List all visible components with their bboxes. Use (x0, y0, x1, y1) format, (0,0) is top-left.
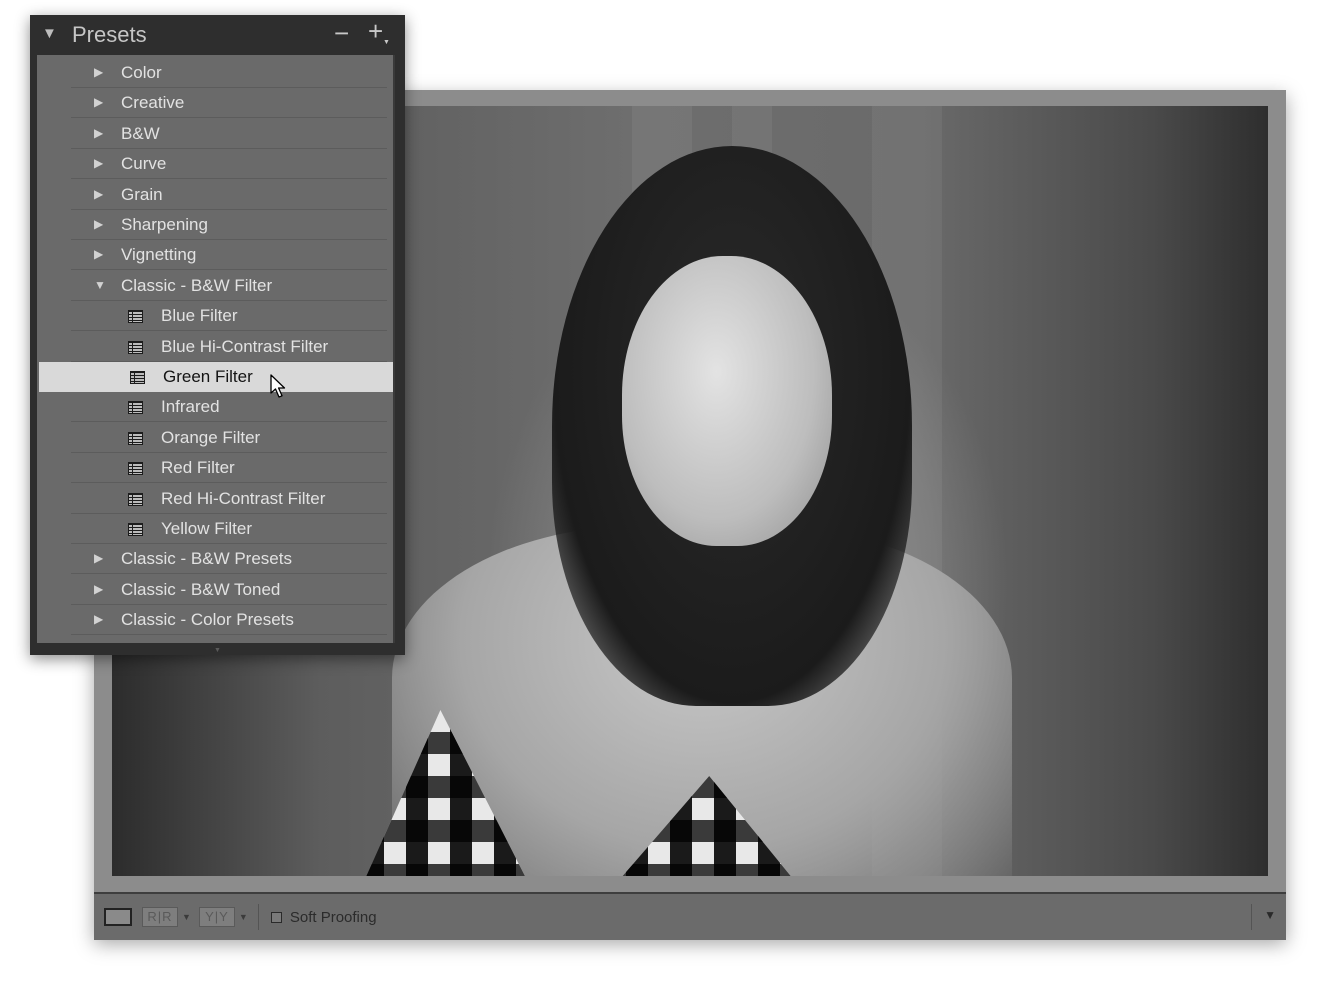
preset-item[interactable]: Blue Hi-Contrast Filter (37, 332, 393, 362)
preset-folder[interactable]: ▶ Classic - B&W Presets (37, 544, 393, 575)
preset-item[interactable]: Red Hi-Contrast Filter (37, 484, 393, 514)
triangle-down-icon[interactable]: ▼ (42, 25, 57, 42)
preset-folder[interactable]: ▶ Classic - Color Presets (37, 605, 393, 636)
triangle-right-icon[interactable]: ▶ (94, 582, 103, 596)
preset-item[interactable]: Orange Filter (37, 423, 393, 453)
preset-folder[interactable]: ▶ Vignetting (37, 240, 393, 271)
row-divider (71, 634, 387, 636)
triangle-right-icon[interactable]: ▶ (94, 551, 103, 565)
preset-folder-label: Classic - Color Presets (121, 610, 294, 630)
before-after-rr-button[interactable]: R|R (142, 907, 178, 927)
preset-folder[interactable]: ▶ Color (37, 58, 393, 88)
chevron-down-icon[interactable]: ▼ (182, 912, 191, 922)
panel-title: Presets (72, 22, 147, 47)
preset-folder-label: Sharpening (121, 215, 208, 234)
toolbar-divider (1251, 904, 1252, 930)
triangle-right-icon[interactable]: ▶ (94, 247, 103, 261)
preset-item-label: Red Filter (161, 458, 235, 478)
presets-panel-header[interactable]: ▼ Presets − + ▼ (30, 15, 405, 55)
chevron-down-icon[interactable]: ▼ (383, 39, 390, 46)
preset-item[interactable]: Blue Filter (37, 301, 393, 332)
preset-folder[interactable]: ▶ Creative (37, 88, 393, 119)
triangle-right-icon[interactable]: ▶ (94, 156, 103, 170)
preset-folder-label: Vignetting (121, 245, 197, 265)
panel-resize-handle-icon[interactable]: ▼ (214, 647, 221, 654)
preset-item[interactable]: Red Filter (37, 453, 393, 484)
preset-icon (128, 340, 143, 354)
plus-icon[interactable]: + (368, 17, 383, 45)
preset-folder-label: Curve (121, 154, 167, 174)
triangle-right-icon[interactable]: ▶ (94, 187, 103, 201)
triangle-down-icon[interactable]: ▼ (94, 278, 106, 292)
preset-item[interactable]: Green Filter (39, 362, 393, 392)
preset-list: ▶ Color ▶ Creative ▶ B&W ▶ Curve ▶ Grain ▶ Sharpeni… (37, 55, 395, 643)
triangle-right-icon[interactable]: ▶ (94, 612, 103, 626)
presets-panel: ▼ Presets − + ▼ ▶ Color ▶ Creative ▶ B&W ▶ Curv… (30, 15, 405, 655)
preset-item-label: Orange Filter (161, 427, 261, 447)
toolbar-menu-chevron-icon[interactable]: ▼ (1264, 908, 1276, 922)
preset-item-label: Infrared (161, 397, 220, 417)
preset-icon (130, 371, 145, 384)
preset-item-label: Blue Hi-Contrast Filter (161, 336, 329, 356)
minus-icon[interactable]: − (334, 19, 349, 47)
preset-icon (128, 310, 143, 324)
loupe-view-button[interactable] (104, 908, 132, 926)
mouse-cursor-icon (270, 374, 286, 398)
preview-toolbar: R|R ▼ Y|Y ▼ Soft Proofing ▼ (94, 892, 1286, 940)
preset-icon (128, 401, 143, 415)
preset-icon (128, 431, 143, 445)
preset-icon (128, 523, 143, 536)
preset-icon (128, 462, 143, 476)
triangle-right-icon[interactable]: ▶ (94, 65, 103, 79)
preset-item-label: Red Hi-Contrast Filter (161, 488, 326, 508)
before-after-yy-button[interactable]: Y|Y (198, 907, 235, 927)
soft-proofing-checkbox[interactable] (270, 911, 282, 923)
preset-folder[interactable]: ▼ Classic - B&W Filter (37, 271, 393, 301)
preset-folder-label: Color (121, 63, 162, 82)
preset-item[interactable]: Yellow Filter (37, 514, 393, 544)
triangle-right-icon[interactable]: ▶ (94, 95, 103, 109)
toolbar-divider (257, 904, 259, 930)
preset-item-label: Blue Filter (161, 306, 238, 326)
preset-folder-label: Grain (121, 184, 163, 204)
preset-folder[interactable]: ▶ B&W (37, 119, 393, 149)
photo-subject-face (622, 256, 832, 546)
preset-folder-label: Classic - B&W Toned (121, 579, 281, 599)
preset-folder[interactable]: ▶ Sharpening (37, 210, 393, 240)
preset-folder-label: Classic - B&W Presets (121, 549, 292, 569)
preset-folder[interactable]: ▶ Grain (37, 180, 393, 210)
preset-item[interactable]: Infrared (37, 392, 393, 423)
triangle-right-icon[interactable]: ▶ (94, 126, 103, 140)
soft-proofing-label: Soft Proofing (289, 908, 377, 926)
preset-item-label: Yellow Filter (161, 519, 253, 538)
preset-icon (128, 492, 143, 506)
triangle-right-icon[interactable]: ▶ (94, 217, 103, 231)
chevron-down-icon[interactable]: ▼ (239, 912, 248, 922)
preset-folder-label: Classic - B&W Filter (121, 275, 273, 295)
preset-folder-label: Creative (121, 93, 185, 113)
preset-item-label: Green Filter (163, 367, 253, 386)
preset-folder[interactable]: ▶ Classic - B&W Toned (37, 575, 393, 605)
preset-folder-label: B&W (121, 123, 160, 143)
preset-folder[interactable]: ▶ Curve (37, 149, 393, 180)
